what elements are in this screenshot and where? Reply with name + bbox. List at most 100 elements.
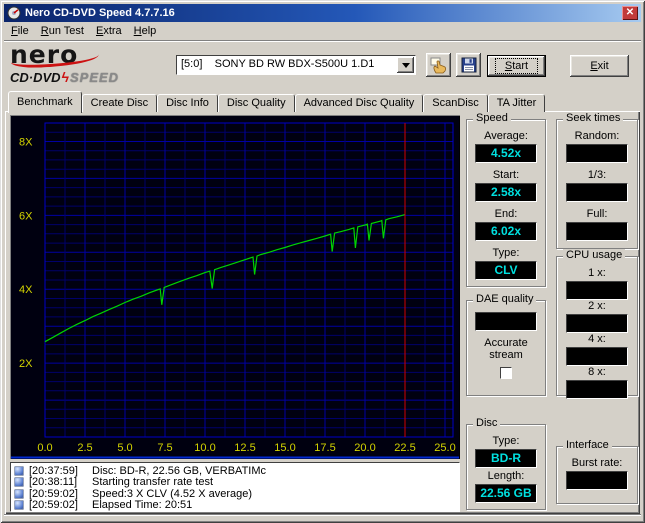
dae-quality-title: DAE quality	[473, 293, 537, 305]
start-label: Start:	[492, 169, 520, 181]
status-bar	[4, 514, 641, 520]
svg-text:15.0: 15.0	[274, 442, 295, 454]
chevron-down-icon	[401, 62, 410, 68]
logo-cddvd-text: CD·DVD	[10, 70, 61, 85]
log-entry-text: Starting transfer rate test	[92, 476, 214, 489]
tab-scandisc[interactable]: ScanDisc	[423, 94, 488, 112]
menu-toolbar-divider	[4, 40, 641, 42]
cpu-4x-value	[566, 347, 628, 366]
save-icon	[460, 56, 478, 74]
drive-select-dropdown-button[interactable]	[397, 57, 414, 73]
svg-text:4X: 4X	[19, 284, 33, 296]
accurate-stream-checkbox[interactable]	[500, 367, 512, 379]
svg-text:12.5: 12.5	[234, 442, 255, 454]
average-value: 4.52x	[475, 144, 537, 163]
benchmark-chart: 2X 4X 6X 8X 0.0 2.5 5.0 7.5 10.0 12.5 15.0 17.5 20.0…	[10, 115, 460, 459]
seek-full-value	[566, 222, 628, 241]
svg-text:7.5: 7.5	[157, 442, 172, 454]
svg-text:17.5: 17.5	[314, 442, 335, 454]
tab-strip: Benchmark Create Disc Disc Info Disc Qua…	[8, 90, 546, 113]
svg-text:6X: 6X	[19, 210, 33, 222]
burst-rate-value	[566, 471, 628, 490]
log-entry-time: [20:37:59]	[29, 464, 78, 477]
log-entry-time: [20:59:02]	[29, 499, 78, 512]
cpu-2x-value	[566, 314, 628, 333]
svg-text:8X: 8X	[19, 137, 33, 149]
log-entry[interactable]: [20:59:02] Speed:3 X CLV (4.52 X average…	[14, 488, 456, 500]
lightning-icon: ϟ	[61, 69, 69, 85]
speed-type-value: CLV	[475, 261, 537, 280]
start-value: 2.58x	[475, 183, 537, 202]
svg-text:2.5: 2.5	[77, 442, 92, 454]
svg-text:0.0: 0.0	[37, 442, 52, 454]
log-entry-icon	[14, 477, 24, 488]
menu-bar: File Run Test Extra Help	[4, 22, 641, 40]
logo-speed-text: SPEED	[69, 70, 120, 85]
log-entry-text: Speed:3 X CLV (4.52 X average)	[92, 487, 253, 500]
cpu-8x-value	[566, 380, 628, 399]
seek-third-value	[566, 183, 628, 202]
close-icon: ✕	[625, 7, 635, 18]
disc-type-value: BD-R	[475, 449, 537, 468]
save-results-button[interactable]	[456, 53, 481, 77]
svg-text:20.0: 20.0	[354, 442, 375, 454]
drive-select[interactable]: [5:0] SONY BD RW BDX-S500U 1.D1	[176, 55, 416, 75]
close-button[interactable]: ✕	[622, 6, 638, 20]
app-icon[interactable]	[7, 6, 21, 20]
menu-file[interactable]: File	[5, 23, 35, 39]
menu-run-test[interactable]: Run Test	[35, 23, 90, 39]
svg-text:5.0: 5.0	[117, 442, 132, 454]
start-button-label: Start	[494, 58, 539, 74]
speed-type-label: Type:	[492, 247, 520, 259]
cpu-usage-panel: CPU usage 1 x: 2 x: 4 x: 8 x:	[556, 249, 638, 399]
seek-third-label: 1/3:	[587, 169, 607, 181]
cpu-8x-label: 8 x:	[588, 366, 606, 378]
menu-help[interactable]: Help	[128, 23, 163, 39]
log-entry-text: Disc: BD-R, 22.56 GB, VERBATIMc	[92, 464, 267, 477]
cpu-1x-label: 1 x:	[588, 267, 606, 279]
drive-select-value: [5:0] SONY BD RW BDX-S500U 1.D1	[181, 58, 375, 70]
log-entry[interactable]: [20:59:02] Elapsed Time: 20:51	[14, 499, 456, 512]
seek-random-label: Random:	[574, 130, 620, 142]
nero-logo: nero CD·DVD ϟ SPEED	[10, 42, 170, 87]
disc-panel-title: Disc	[473, 417, 501, 429]
seek-times-panel: Seek times Random: 1/3: Full:	[556, 112, 638, 249]
menu-extra[interactable]: Extra	[90, 23, 128, 39]
disc-panel: Disc Type: BD-R Length: 22.56 GB	[466, 417, 546, 510]
tab-ta-jitter[interactable]: TA Jitter	[487, 94, 546, 112]
hand-icon	[429, 55, 449, 75]
accurate-stream-label: Accurate stream	[484, 337, 528, 361]
tab-disc-quality[interactable]: Disc Quality	[217, 94, 295, 112]
log-entry[interactable]: [20:38:11] Starting transfer rate test	[14, 476, 456, 489]
log-entry-icon	[14, 465, 24, 476]
tab-benchmark[interactable]: Benchmark	[8, 91, 82, 113]
tab-create-disc[interactable]: Create Disc	[81, 94, 158, 112]
nero-swoosh	[10, 53, 100, 69]
cpu-4x-label: 4 x:	[588, 333, 606, 345]
seek-times-title: Seek times	[563, 112, 624, 124]
average-label: Average:	[484, 130, 528, 142]
log-entry[interactable]: [20:37:59] Disc: BD-R, 22.56 GB, VERBATI…	[14, 465, 456, 477]
start-button[interactable]: Start	[487, 55, 546, 77]
cpu-1x-value	[566, 281, 628, 300]
log-list: [20:37:59] Disc: BD-R, 22.56 GB, VERBATI…	[10, 462, 460, 512]
seek-random-value	[566, 144, 628, 163]
window-title: Nero CD-DVD Speed 4.7.7.16	[25, 7, 175, 19]
exit-button[interactable]: Exit	[570, 55, 629, 77]
svg-text:22.5: 22.5	[394, 442, 415, 454]
dae-quality-value	[475, 312, 537, 331]
svg-text:25.0: 25.0	[434, 442, 455, 454]
title-bar[interactable]: Nero CD-DVD Speed 4.7.7.16 ✕	[4, 4, 641, 22]
exit-button-label: Exit	[590, 60, 609, 72]
disc-type-label: Type:	[492, 435, 520, 447]
log-entry-time: [20:59:02]	[29, 487, 78, 500]
burst-rate-label: Burst rate:	[571, 457, 623, 469]
dae-quality-panel: DAE quality Accurate stream	[466, 293, 546, 396]
log-entry-time: [20:38:11]	[29, 476, 78, 489]
tab-disc-info[interactable]: Disc Info	[157, 94, 218, 112]
svg-text:10.0: 10.0	[194, 442, 215, 454]
log-entry-icon	[14, 488, 24, 499]
interface-panel-title: Interface	[563, 439, 612, 451]
tab-advanced-disc-quality[interactable]: Advanced Disc Quality	[294, 94, 424, 112]
eject-media-button[interactable]	[426, 53, 451, 77]
